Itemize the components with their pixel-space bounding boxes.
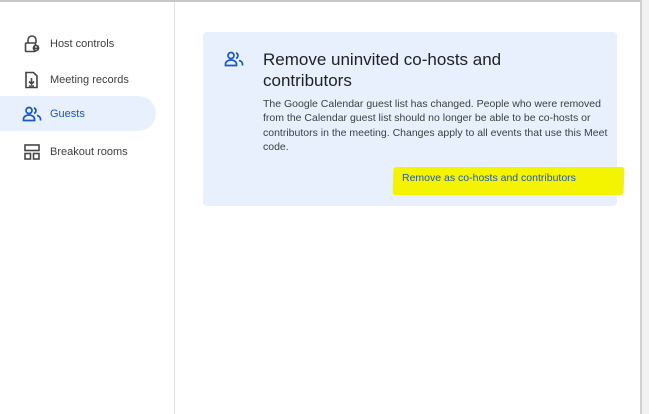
notice-title: Remove uninvited co-hosts and contributo… <box>263 50 502 90</box>
breakout-rooms-icon <box>22 142 42 162</box>
sidebar-divider <box>174 2 175 414</box>
sidebar-item-host-controls[interactable]: Host controls <box>0 26 156 61</box>
sidebar-item-label: Breakout rooms <box>50 145 128 158</box>
sidebar-item-label: Meeting records <box>50 73 129 86</box>
notice-description: The Google Calendar guest list has chang… <box>263 98 608 154</box>
settings-sidebar: Host controls Meeting records Guests Bre… <box>0 2 174 414</box>
sidebar-item-breakout-rooms[interactable]: Breakout rooms <box>0 134 156 169</box>
people-icon <box>22 104 42 124</box>
remove-cohosts-notice-card: Remove uninvited co-hosts and contributo… <box>203 32 625 206</box>
sidebar-item-label: Guests <box>50 107 85 120</box>
people-icon <box>224 51 244 71</box>
sidebar-item-guests[interactable]: Guests <box>0 96 156 131</box>
window-backdrop <box>642 0 649 414</box>
sidebar-item-label: Host controls <box>50 37 115 50</box>
remove-cohosts-button[interactable]: Remove as co-hosts and contributors <box>402 172 576 184</box>
lock-person-icon <box>22 34 42 54</box>
meeting-records-icon <box>22 70 42 90</box>
sidebar-item-meeting-records[interactable]: Meeting records <box>0 62 156 97</box>
